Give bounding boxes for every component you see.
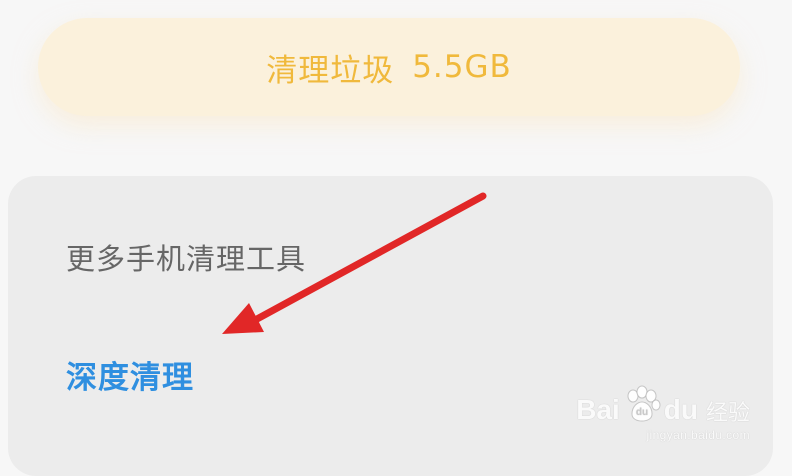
watermark-experience: 经验: [705, 400, 750, 425]
watermark-brand-suffix: du: [663, 394, 698, 425]
paw-icon: du: [627, 385, 661, 422]
section-title: 更多手机清理工具: [66, 242, 307, 276]
svg-text:du: du: [636, 407, 648, 418]
clean-junk-size: 5.5GB: [412, 49, 512, 85]
clean-junk-label-group: 清理垃圾 5.5GB: [266, 45, 512, 90]
deep-clean-link[interactable]: 深度清理: [66, 352, 194, 397]
clean-junk-button[interactable]: 清理垃圾 5.5GB: [38, 18, 740, 116]
watermark-url: jingyan.baidu.com: [646, 428, 750, 442]
watermark-main: Bai du du 经验: [576, 384, 750, 424]
clean-junk-label: 清理垃圾: [266, 52, 395, 89]
baidu-watermark: Bai du du 经验 jingyan.baidu.com: [576, 384, 750, 442]
watermark-brand-prefix: Bai: [576, 394, 620, 425]
